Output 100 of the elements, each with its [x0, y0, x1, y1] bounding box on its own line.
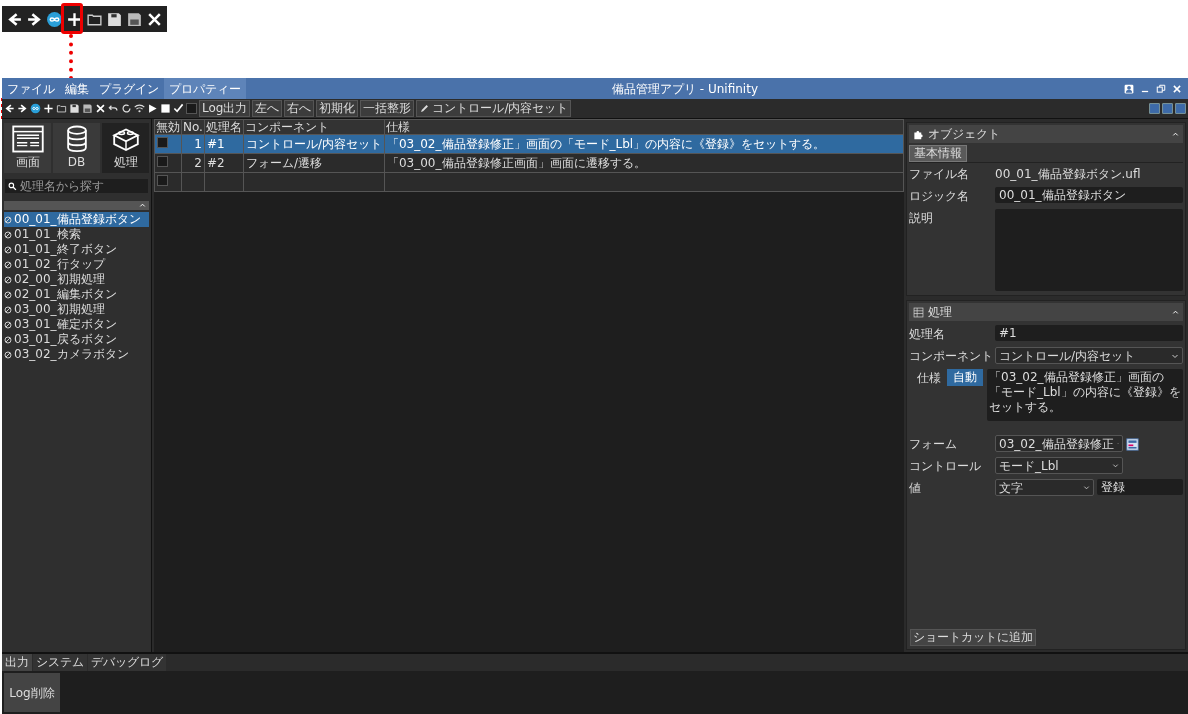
dropdown[interactable]: モード_Lbl [995, 457, 1123, 474]
field-label: コントロール [909, 458, 982, 475]
search-icon [8, 181, 17, 191]
toolbar-button[interactable]: 初期化 [316, 100, 359, 117]
output-tab[interactable]: 出力 [2, 654, 32, 671]
component-dropdown[interactable]: コントロール/内容セット [995, 347, 1183, 364]
save-as-icon[interactable] [82, 103, 93, 114]
link-icon[interactable] [30, 103, 41, 114]
pencil-icon [419, 103, 431, 114]
disabled-icon [4, 245, 12, 254]
process-item[interactable]: 03_02_カメラボタン [4, 347, 149, 362]
collapse-icon[interactable] [139, 202, 146, 209]
panel-title: 処理 [928, 304, 952, 321]
toolbar-button[interactable]: コントロール/内容セット [416, 100, 572, 117]
check-icon[interactable] [173, 103, 184, 114]
form-icon[interactable] [1126, 438, 1139, 451]
highlight-frame [61, 3, 83, 34]
column-header: No. [181, 119, 205, 135]
save-icon[interactable] [106, 10, 123, 28]
menu-item[interactable]: ファイル [2, 78, 60, 99]
toolbar-button[interactable]: 左へ [252, 100, 283, 117]
field-label: 仕様 [916, 370, 942, 387]
log-clear-button[interactable]: Log削除 [4, 673, 60, 712]
category-tab[interactable]: 処理 [102, 123, 149, 173]
checkbox[interactable] [186, 103, 197, 114]
process-item[interactable]: 03_01_確定ボタン [4, 317, 149, 332]
table-cell: #1 [206, 137, 225, 151]
disabled-icon [4, 335, 12, 344]
output-tab[interactable]: システム [33, 654, 87, 671]
input-field[interactable]: #1 [995, 325, 1183, 341]
panel-title: オブジェクト [928, 126, 1000, 143]
field-label: フォーム [909, 436, 958, 453]
input-field[interactable]: 00_01_備品登録ボタン [995, 187, 1183, 203]
table-cell: 1 [194, 137, 202, 151]
toolbar-button[interactable]: 一括整形 [360, 100, 415, 117]
link-icon[interactable] [46, 10, 63, 28]
save-icon[interactable] [69, 103, 80, 114]
stop-icon[interactable] [160, 103, 171, 114]
input-field[interactable]: 登録 [1097, 479, 1183, 495]
back-arrow-icon[interactable] [4, 103, 15, 114]
disabled-icon [4, 290, 12, 299]
disabled-icon [4, 305, 12, 314]
menu-item[interactable]: プロパティー [164, 78, 246, 99]
refresh-icon[interactable] [121, 103, 132, 114]
table-icon [913, 306, 924, 318]
plus-icon[interactable] [43, 103, 54, 114]
disabled-icon [4, 350, 12, 359]
disabled-icon [4, 275, 12, 284]
undo-icon[interactable] [108, 103, 119, 114]
checkbox[interactable] [157, 156, 168, 167]
disabled-icon [4, 230, 12, 239]
column-header: 仕様 [384, 119, 904, 135]
process-item[interactable]: 01_01_終了ボタン [4, 242, 149, 257]
back-arrow-icon[interactable] [6, 10, 23, 28]
field-label: コンポーネント [909, 348, 994, 365]
toolbar-button[interactable]: 右へ [284, 100, 315, 117]
puzzle-icon [913, 128, 924, 140]
column-header: コンポーネント [243, 119, 385, 135]
process-item[interactable]: 01_02_行タップ [4, 257, 149, 272]
checkbox-label[interactable]: Log出力 [199, 100, 251, 117]
category-tab[interactable]: DB [53, 123, 100, 173]
spec-field[interactable]: 「03_02_備品登録修正」画面の「モード_Lbl」の内容に《登録》をセットする。 [987, 369, 1183, 421]
folder-icon[interactable] [56, 103, 67, 114]
menu-item[interactable]: 編集 [60, 78, 94, 99]
save-as-icon[interactable] [126, 10, 143, 28]
field-label: ロジック名 [909, 188, 970, 205]
process-item[interactable]: 02_00_初期処理 [4, 272, 149, 287]
play-icon[interactable] [147, 103, 158, 114]
restore-icon[interactable] [1156, 83, 1166, 94]
dropdown[interactable]: 03_02_備品登録修正 [995, 435, 1123, 452]
shortcut-button[interactable]: ショートカットに追加 [910, 629, 1036, 646]
category-tab[interactable]: 画面 [4, 123, 51, 173]
panel-tab[interactable]: 基本情報 [909, 145, 967, 162]
collapse-icon[interactable] [1172, 308, 1179, 316]
process-item[interactable]: 03_00_初期処理 [4, 302, 149, 317]
field-label: 値 [909, 480, 922, 497]
close-icon[interactable] [95, 103, 106, 114]
field-label: ファイル名 [909, 166, 970, 183]
plus-icon[interactable] [66, 10, 83, 28]
forward-arrow-icon[interactable] [17, 103, 28, 114]
collapse-icon[interactable] [1172, 130, 1179, 138]
forward-arrow-icon[interactable] [26, 10, 43, 28]
process-item[interactable]: 03_01_戻るボタン [4, 332, 149, 347]
table-cell: コントロール/内容セット [245, 137, 382, 151]
wifi-icon[interactable] [134, 103, 145, 114]
process-item[interactable]: 02_01_編集ボタン [4, 287, 149, 302]
disabled-icon [4, 320, 12, 329]
user-icon[interactable] [1124, 83, 1134, 94]
menu-item[interactable]: プラグイン [94, 78, 164, 99]
checkbox[interactable] [157, 137, 168, 148]
search-field[interactable]: 処理名から探す [5, 179, 148, 193]
checkbox[interactable] [157, 175, 168, 186]
table-cell: 「03_00_備品登録修正画面」画面に遷移する。 [386, 156, 646, 170]
table-cell: フォーム/遷移 [245, 156, 322, 170]
process-item[interactable]: 01_01_検索 [4, 227, 149, 242]
process-item[interactable]: 00_01_備品登録ボタン [4, 212, 149, 227]
column-header: 無効 [154, 119, 182, 135]
output-tab[interactable]: デバッグログ [88, 654, 166, 671]
auto-button[interactable]: 自動 [947, 369, 983, 386]
dropdown[interactable]: 文字 [995, 479, 1094, 496]
